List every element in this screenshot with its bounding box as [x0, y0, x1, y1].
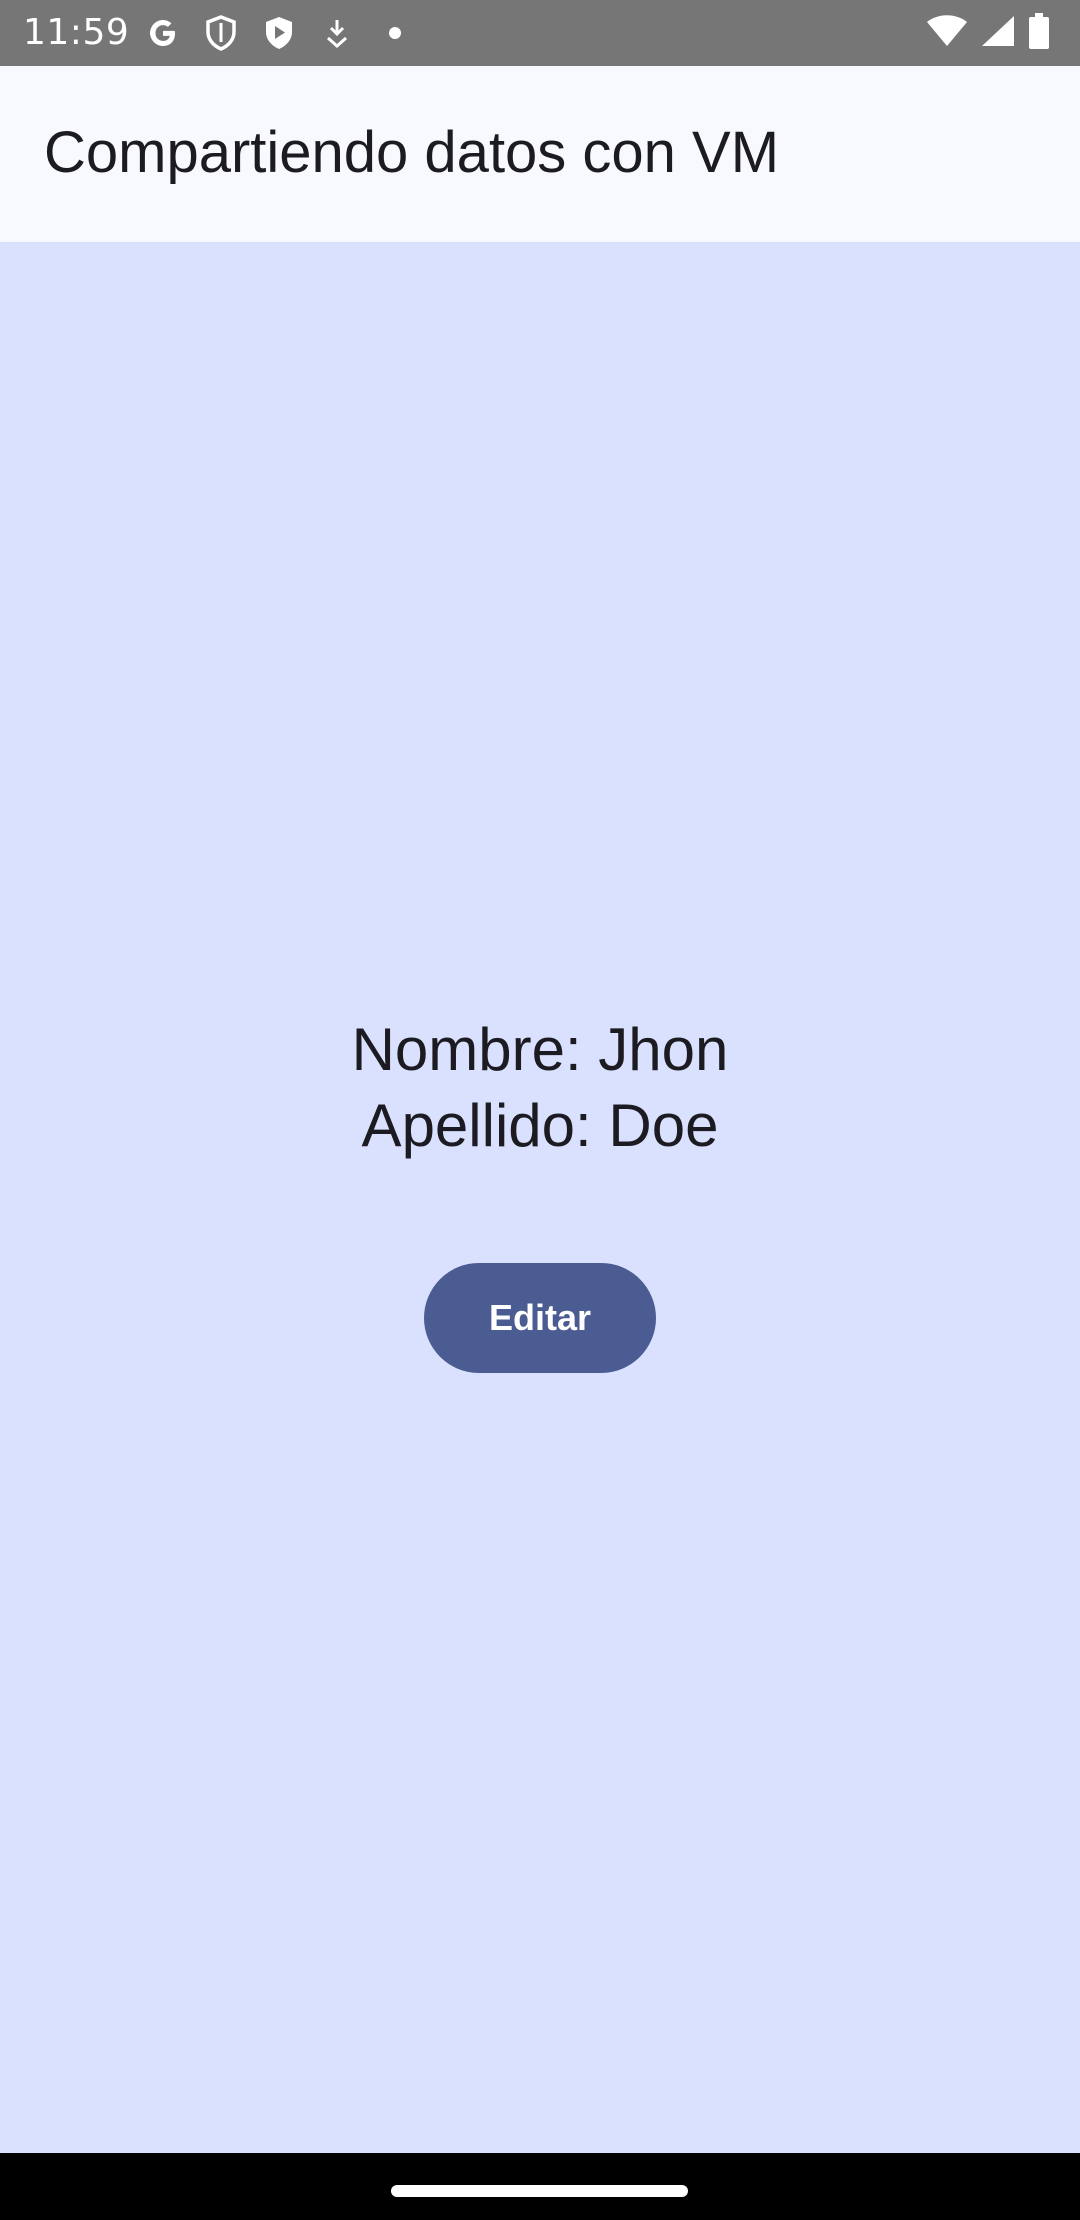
- page-title: Compartiendo datos con VM: [44, 120, 780, 185]
- status-icons-right: [926, 13, 1050, 53]
- shield-icon: [201, 13, 241, 53]
- app-bar: Compartiendo datos con VM: [0, 66, 1080, 242]
- edit-button[interactable]: Editar: [424, 1263, 656, 1373]
- play-protect-icon: [259, 13, 299, 53]
- status-icons-left: [143, 13, 415, 53]
- surname-text: Apellido: Doe: [361, 1092, 719, 1159]
- person-info: Nombre: Jhon Apellido: Doe: [0, 1012, 1080, 1164]
- home-handle[interactable]: [391, 2185, 688, 2197]
- status-bar: 11:59: [0, 0, 1080, 66]
- dot-icon: [375, 13, 415, 53]
- signal-icon: [980, 14, 1016, 52]
- battery-icon: [1028, 13, 1050, 53]
- navigation-bar: [0, 2153, 1080, 2220]
- download-icon: [317, 13, 357, 53]
- main-content: Nombre: Jhon Apellido: Doe Editar: [0, 242, 1080, 2153]
- wifi-icon: [926, 14, 968, 52]
- name-text: Nombre: Jhon: [351, 1016, 729, 1083]
- status-time: 11:59: [23, 12, 130, 53]
- google-icon: [143, 13, 183, 53]
